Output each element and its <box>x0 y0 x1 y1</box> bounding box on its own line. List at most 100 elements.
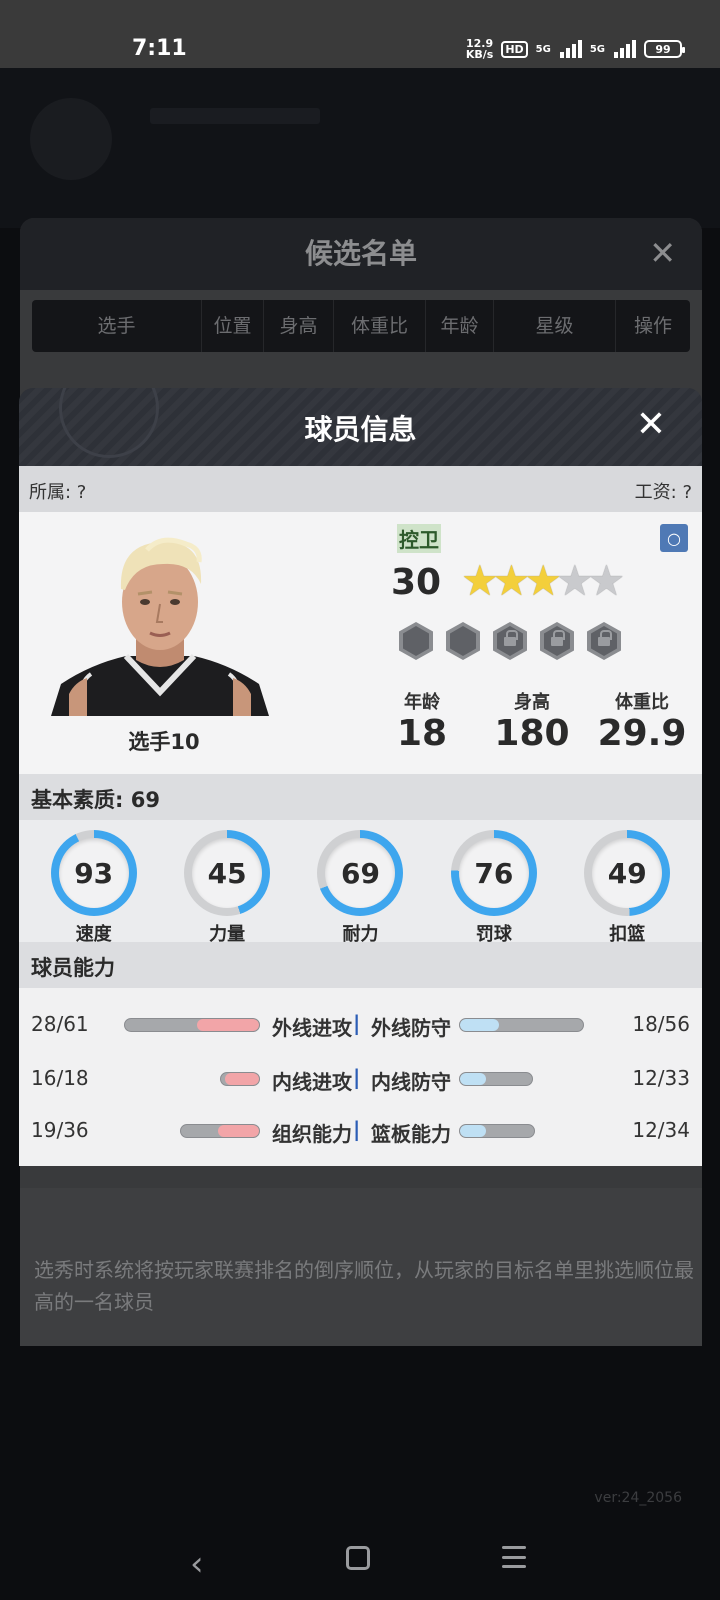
defense-bar <box>459 1072 533 1086</box>
stat-gauge: 93 速度 <box>44 820 144 945</box>
defense-bar-fill <box>460 1073 486 1085</box>
attack-value: 16/18 <box>31 1066 89 1090</box>
col-stars[interactable]: 星级 <box>494 300 616 352</box>
col-age[interactable]: 年龄 <box>426 300 494 352</box>
attack-bar-fill <box>225 1073 259 1085</box>
defense-bar-fill <box>460 1125 486 1137</box>
battery-level: 99 <box>655 42 671 56</box>
col-weight-ratio[interactable]: 体重比 <box>334 300 426 352</box>
stat-gauge: 49 扣篮 <box>577 820 677 945</box>
ability-separator: | <box>353 1117 361 1141</box>
skill-slot-hex-icon[interactable] <box>446 622 480 660</box>
attack-bar-fill <box>217 1125 259 1137</box>
hd-icon: HD <box>501 40 528 58</box>
player-ability-header: 球员能力 <box>19 942 702 988</box>
attack-bar <box>124 1018 260 1032</box>
player-portrait <box>51 537 269 716</box>
vital-weight-ratio: 体重比 29.9 <box>587 688 697 754</box>
attack-value: 19/36 <box>31 1118 89 1142</box>
ability-row: 16/18 内线进攻 | 内线防守 12/33 <box>19 1064 702 1094</box>
vital-age: 年龄 18 <box>367 688 477 754</box>
gauge-value: 69 <box>325 838 396 908</box>
gauge-ring: 49 <box>584 830 671 916</box>
basic-stats: 93 速度 45 力量 69 耐力 76 罚球 49 扣篮 <box>19 820 702 945</box>
skill-slots <box>399 622 621 660</box>
close-icon[interactable]: ✕ <box>636 404 666 445</box>
player-name: 选手10 <box>128 730 200 754</box>
ability-separator: | <box>353 1065 361 1089</box>
attack-bar-fill <box>197 1019 259 1031</box>
gauge-ring: 76 <box>450 830 537 916</box>
gauge-ring: 93 <box>50 830 137 916</box>
lock-icon <box>504 630 518 646</box>
col-height[interactable]: 身高 <box>264 300 334 352</box>
skill-slot-hex-icon[interactable] <box>399 622 433 660</box>
attack-label: 外线进攻 <box>272 1016 352 1040</box>
system-nav-bar: ‹ <box>0 1530 720 1600</box>
attack-bar <box>220 1072 260 1086</box>
lock-icon <box>551 630 565 646</box>
candidate-list-header: 候选名单 ✕ <box>20 218 702 290</box>
sim1-label: 5G <box>535 43 551 55</box>
position-tag: 控卫 <box>397 524 441 553</box>
defense-value: 12/34 <box>632 1118 690 1142</box>
stat-gauge: 45 力量 <box>177 820 277 945</box>
defense-value: 12/33 <box>632 1066 690 1090</box>
player-rating: 30 <box>391 562 442 603</box>
col-action: 操作 <box>633 315 672 337</box>
player-vitals: 年龄 18 身高 180 体重比 29.9 <box>367 688 697 754</box>
candidate-close-icon[interactable]: ✕ <box>649 234 676 272</box>
ability-row: 19/36 组织能力 | 篮板能力 12/34 <box>19 1116 702 1146</box>
candidate-column-headers: 选手 位置 身高 体重比 年龄 星级 操作 <box>32 300 690 352</box>
player-profile: 选手10 控卫 ○ 30 ★ ★ ★ ★ ★ 年龄 18 身高 180 体重比 29.9 <box>19 512 702 774</box>
defense-bar <box>459 1124 535 1138</box>
vital-label: 身高 <box>514 692 550 713</box>
player-contract-bar: 所属: ? 工资: ? <box>19 466 702 512</box>
net-speed-unit: KB/s <box>465 48 494 61</box>
defense-bar-fill <box>460 1019 500 1031</box>
col-position[interactable]: 位置 <box>202 300 264 352</box>
defense-label: 内线防守 <box>371 1070 451 1094</box>
salary-label: 工资: ? <box>634 482 692 503</box>
net-speed: 12.9 KB/s <box>466 38 493 60</box>
attack-label: 组织能力 <box>272 1122 352 1146</box>
home-icon[interactable] <box>346 1546 370 1570</box>
vital-value: 180 <box>494 713 570 754</box>
sim2-label: 5G <box>589 43 605 55</box>
gauge-value: 93 <box>58 838 129 908</box>
search-icon[interactable]: ○ <box>660 524 688 552</box>
gauge-ring: 45 <box>184 830 271 916</box>
gauge-value: 49 <box>592 838 663 908</box>
ability-row: 28/61 外线进攻 | 外线防守 18/56 <box>19 1010 702 1040</box>
player-info-dialog: 球员信息 ✕ 所属: ? 工资: ? 选手10 控卫 ○ 30 ★ ★ ★ ★ … <box>19 388 702 1190</box>
lock-icon <box>598 630 612 646</box>
defense-value: 18/56 <box>632 1012 690 1036</box>
skill-slot-lock-icon[interactable] <box>587 622 621 660</box>
vital-height: 身高 180 <box>477 688 587 754</box>
battery-icon: 99 <box>644 40 685 58</box>
attack-label: 内线进攻 <box>272 1070 352 1094</box>
candidate-list-title: 候选名单 <box>304 237 417 270</box>
star-rating: ★ ★ ★ ★ ★ <box>461 560 625 602</box>
col-player[interactable]: 选手 <box>32 300 202 352</box>
signal-icon <box>559 40 582 58</box>
defense-label: 外线防守 <box>371 1016 451 1040</box>
attack-bar <box>180 1124 260 1138</box>
gauge-value: 45 <box>192 838 263 908</box>
gauge-value: 76 <box>458 838 529 908</box>
signal-icon-2 <box>614 40 636 58</box>
skill-slot-lock-icon[interactable] <box>540 622 574 660</box>
draft-rule-note: 选秀时系统将按玩家联赛排名的倒序顺位，从玩家的目标名单里挑选顺位最高的一名球员 <box>34 1258 694 1314</box>
vital-value: 18 <box>396 713 448 754</box>
star-empty-icon: ★ <box>587 556 626 605</box>
ability-separator: | <box>353 1011 361 1035</box>
skill-slot-lock-icon[interactable] <box>493 622 527 660</box>
status-time: 7:11 <box>132 36 187 61</box>
menu-icon[interactable] <box>502 1546 526 1568</box>
player-abilities: 28/61 外线进攻 | 外线防守 18/56 16/18 内线进攻 | 内线防… <box>19 988 702 1166</box>
background-text <box>150 108 320 124</box>
back-icon[interactable]: ‹ <box>190 1544 204 1584</box>
player-info-header: 球员信息 ✕ <box>19 388 702 466</box>
vital-value: 29.9 <box>597 713 687 754</box>
basic-quality-header: 基本素质: 69 <box>19 774 702 820</box>
